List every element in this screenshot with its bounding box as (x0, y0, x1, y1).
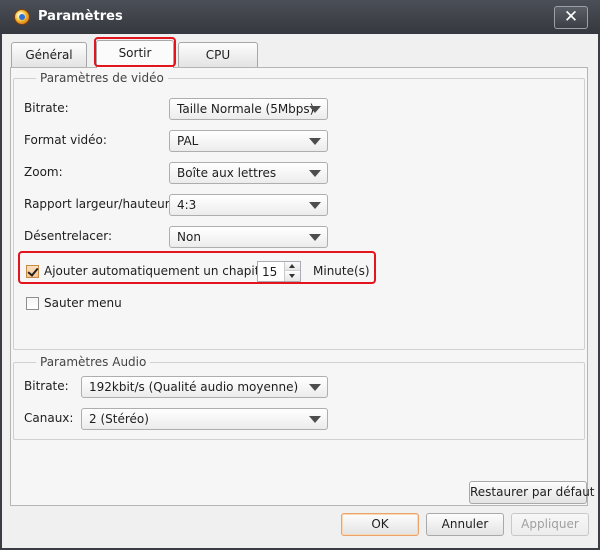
tab-general[interactable]: Général (11, 42, 87, 68)
chevron-down-icon (303, 131, 327, 151)
channels-select[interactable]: 2 (Stéréo) (81, 408, 328, 430)
chevron-down-icon (303, 163, 327, 183)
deinterlace-select[interactable]: Non (169, 226, 328, 248)
video-bitrate-value: Taille Normale (5Mbps) (177, 102, 315, 116)
audio-bitrate-select[interactable]: 192kbit/s (Qualité audio moyenne) (81, 376, 328, 398)
restore-defaults-button[interactable]: Restaurer par défaut (469, 481, 595, 504)
chevron-down-icon (303, 227, 327, 247)
video-format-select[interactable]: PAL (169, 130, 328, 152)
auto-chapter-checkbox[interactable] (26, 265, 39, 278)
stepper-buttons (284, 262, 300, 281)
tab-sortir-label: Sortir (118, 46, 152, 60)
settings-window: Paramètres ✕ Général Sortir CPU Paramètr… (0, 0, 600, 550)
aspect-ratio-select[interactable]: 4:3 (169, 194, 328, 216)
dialog-body: Général Sortir CPU Paramètres de vidéo B… (2, 34, 598, 548)
zoom-select[interactable]: Boîte aux lettres (169, 162, 328, 184)
video-settings-group: Paramètres de vidéo Bitrate: Taille Norm… (13, 71, 585, 350)
video-group-title: Paramètres de vidéo (36, 71, 168, 85)
cancel-button[interactable]: Annuler (426, 513, 504, 536)
channels-label: Canaux: (24, 411, 74, 425)
video-bitrate-label: Bitrate: (24, 101, 69, 115)
auto-chapter-label: Ajouter automatiquement un chapitre: (44, 264, 276, 278)
tab-general-label: Général (25, 48, 73, 62)
chevron-down-icon (303, 409, 327, 429)
video-bitrate-select[interactable]: Taille Normale (5Mbps) (169, 98, 328, 120)
zoom-label: Zoom: (24, 165, 63, 179)
close-button[interactable]: ✕ (554, 6, 588, 29)
audio-bitrate-label: Bitrate: (24, 379, 69, 393)
video-format-value: PAL (177, 134, 199, 148)
stepper-up-icon[interactable] (285, 262, 300, 271)
deinterlace-value: Non (177, 230, 201, 244)
skip-menu-checkbox[interactable] (26, 297, 39, 310)
channels-value: 2 (Stéréo) (89, 412, 149, 426)
video-format-label: Format vidéo: (24, 133, 107, 147)
audio-bitrate-value: 192kbit/s (Qualité audio moyenne) (89, 380, 299, 394)
chapter-interval-value: 15 (262, 265, 278, 279)
tab-cpu-label: CPU (205, 48, 231, 62)
window-title: Paramètres (38, 9, 123, 24)
tab-cpu[interactable]: CPU (178, 42, 258, 68)
aspect-ratio-value: 4:3 (177, 198, 197, 212)
chevron-down-icon (303, 99, 327, 119)
chapter-interval-stepper[interactable]: 15 (257, 261, 301, 282)
aspect-ratio-label: Rapport largeur/hauteur: (24, 197, 174, 211)
ok-button[interactable]: OK (341, 513, 419, 536)
stepper-down-icon[interactable] (285, 272, 300, 281)
tab-panel: Paramètres de vidéo Bitrate: Taille Norm… (10, 67, 595, 506)
chevron-down-icon (303, 195, 327, 215)
title-bar[interactable]: Paramètres ✕ (0, 0, 600, 34)
chapter-interval-unit: Minute(s) (313, 264, 370, 278)
zoom-value: Boîte aux lettres (177, 166, 277, 180)
app-disc-icon (14, 9, 30, 25)
chevron-down-icon (303, 377, 327, 397)
audio-group-title: Paramètres Audio (36, 355, 151, 369)
tab-sortir[interactable]: Sortir (96, 40, 174, 68)
skip-menu-label: Sauter menu (44, 296, 122, 310)
audio-settings-group: Paramètres Audio Bitrate: 192kbit/s (Qua… (13, 355, 585, 440)
close-icon: ✕ (563, 7, 579, 27)
apply-button[interactable]: Appliquer (511, 513, 589, 536)
deinterlace-label: Désentrelacer: (24, 229, 113, 243)
